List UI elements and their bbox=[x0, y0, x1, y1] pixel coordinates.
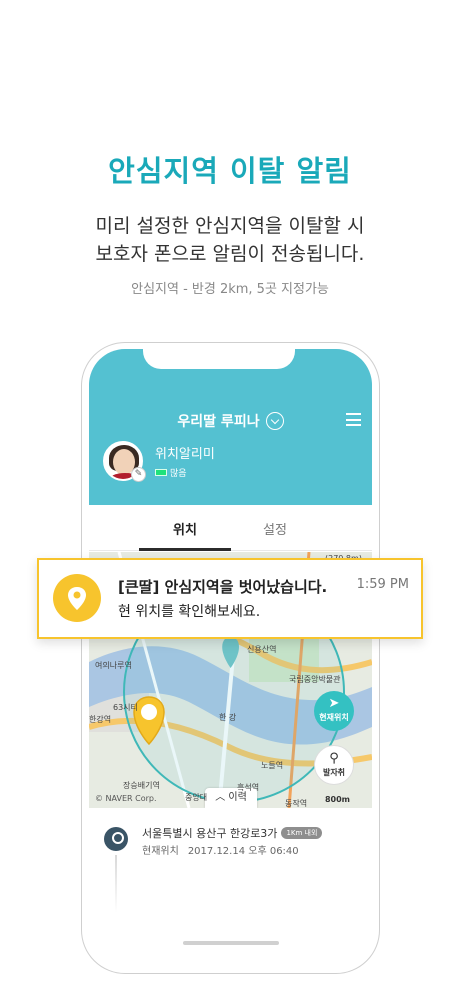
chevron-down-icon[interactable] bbox=[265, 412, 284, 430]
promo-title: 안심지역 이탈 알림 bbox=[108, 154, 352, 188]
map-place-label: 장승배기역 bbox=[123, 781, 160, 790]
map-attribution: © NAVER Corp. bbox=[95, 794, 157, 803]
battery-label: 많음 bbox=[170, 469, 187, 479]
phone-notch bbox=[143, 347, 295, 369]
tab-settings[interactable]: 설정 bbox=[263, 519, 287, 538]
tab-bar: 위치 설정 bbox=[89, 505, 372, 551]
promo-line-1: 미리 설정한 안심지역을 이탈할 시 bbox=[95, 215, 365, 237]
map-place-label: 노들역 bbox=[261, 761, 284, 770]
battery-icon bbox=[155, 469, 167, 476]
location-pin-icon bbox=[104, 827, 128, 851]
status-text: 현재위치 bbox=[142, 846, 179, 857]
home-indicator bbox=[183, 941, 279, 945]
app-header: 우리딸 루피나 ✎ 위치알리미 많음 bbox=[89, 349, 372, 505]
timeline-line bbox=[115, 855, 117, 913]
chevron-up-icon: ︿ bbox=[215, 792, 226, 803]
current-location-label: 현재위치 bbox=[319, 713, 349, 722]
navigation-arrow-icon: ➤ bbox=[328, 696, 340, 711]
active-tab-indicator bbox=[139, 548, 231, 551]
location-status: 현재위치 2017.12.14 오후 06:40 bbox=[142, 842, 299, 857]
map-place-label: 63시티 bbox=[113, 703, 138, 712]
location-detail-panel: 서울특별시 용산구 한강로3가 1Km 내외 현재위치 2017.12.14 오후 … bbox=[89, 809, 372, 963]
promo-line-2: 보호자 폰으로 알림이 전송됩니다. bbox=[95, 243, 365, 265]
map-place-label: 신용산역 bbox=[247, 645, 277, 654]
map-place-label: 여의나루역 bbox=[95, 661, 132, 670]
child-selector[interactable]: 우리딸 루피나 bbox=[89, 411, 372, 431]
child-name: 우리딸 루피나 bbox=[177, 414, 260, 430]
pencil-icon[interactable]: ✎ bbox=[131, 467, 146, 482]
battery-status: 많음 bbox=[155, 466, 187, 479]
location-address: 서울특별시 용산구 한강로3가 1Km 내외 bbox=[142, 825, 323, 841]
route-icon: ⚲ bbox=[329, 751, 339, 766]
notification-title: [큰딸] 안심지역을 벗어났습니다. bbox=[118, 578, 328, 596]
device-name: 위치알리미 bbox=[155, 447, 215, 462]
address-text: 서울특별시 용산구 한강로3가 bbox=[142, 827, 278, 840]
radius-badge: 1Km 내외 bbox=[281, 827, 323, 839]
promo-note: 안심지역 - 반경 2km, 5곳 지정가능 bbox=[131, 282, 329, 297]
hamburger-menu-icon[interactable] bbox=[346, 413, 361, 426]
map-place-label: 국립중앙박물관 bbox=[289, 675, 341, 684]
map-place-label: 중앙대 bbox=[185, 793, 208, 802]
footprint-label: 발자취 bbox=[322, 768, 346, 777]
notification-time: 1:59 PM bbox=[356, 577, 409, 592]
current-location-button[interactable]: ➤ 현재위치 bbox=[314, 691, 354, 731]
location-alert-icon bbox=[53, 574, 101, 622]
notification-banner[interactable]: [큰딸] 안심지역을 벗어났습니다. 1:59 PM 현 위치를 확인해보세요. bbox=[37, 558, 423, 639]
location-timestamp: 2017.12.14 오후 06:40 bbox=[187, 846, 299, 857]
map-place-label: 한 강 bbox=[219, 713, 237, 722]
map-scale: 800m bbox=[324, 795, 350, 804]
map-place-label: 동작역 bbox=[285, 799, 308, 808]
history-label: 이력 bbox=[228, 792, 247, 803]
tab-location[interactable]: 위치 bbox=[173, 519, 197, 538]
map-place-label: 한강역 bbox=[89, 715, 112, 724]
footprint-button[interactable]: ⚲ 발자취 bbox=[314, 745, 354, 785]
notification-body: 현 위치를 확인해보세요. bbox=[118, 604, 261, 620]
phone-screen: 우리딸 루피나 ✎ 위치알리미 많음 위치 설정 © NAVER Corp. ︿… bbox=[89, 349, 372, 963]
map-place-label: 흑석역 bbox=[237, 783, 260, 792]
